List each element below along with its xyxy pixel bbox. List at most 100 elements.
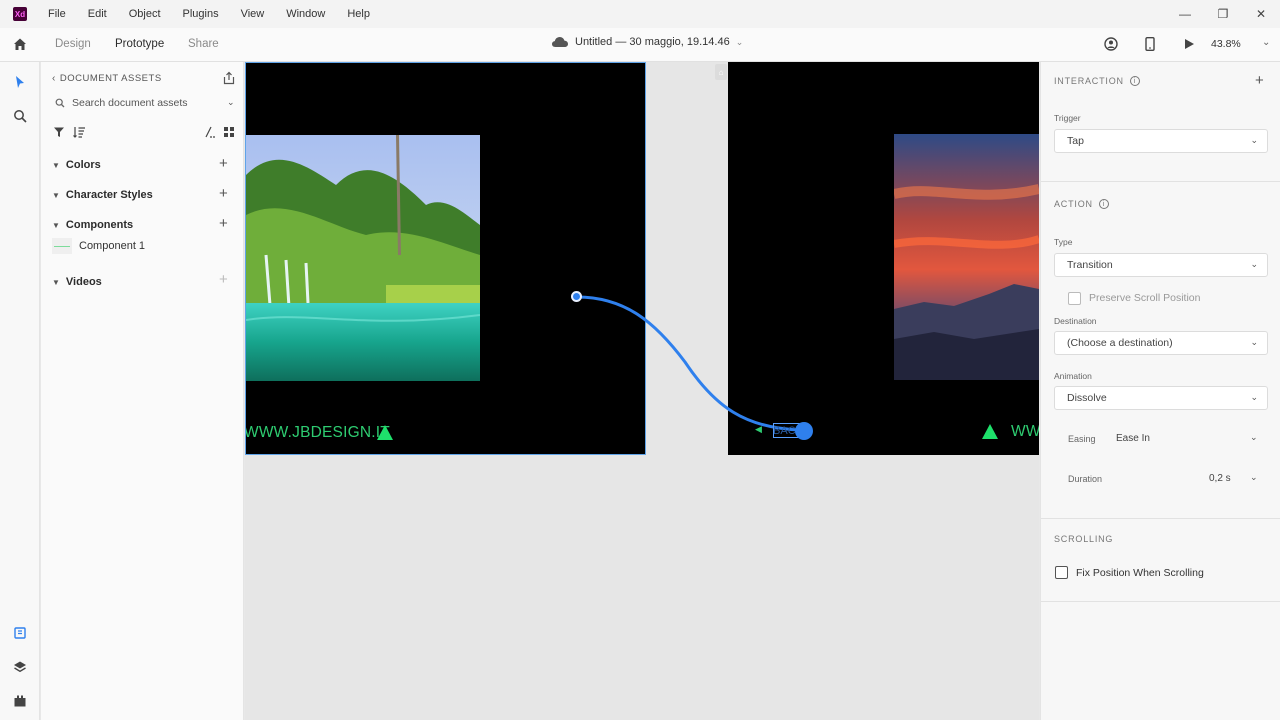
add-video-button[interactable]: +: [219, 272, 228, 287]
scrolling-section: SCROLLING Fix Position When Scrolling: [1041, 519, 1280, 602]
chevron-down-icon: ⌄: [735, 36, 744, 47]
document-assets-icon[interactable]: [12, 625, 28, 641]
top-bar: Design Prototype Share Untitled — 30 mag…: [0, 28, 1280, 62]
device-preview-icon[interactable]: [1142, 36, 1158, 52]
chevron-down-icon: ⌄: [1250, 135, 1258, 145]
tab-share[interactable]: Share: [188, 38, 219, 50]
search-placeholder: Search document assets: [72, 97, 188, 109]
wire-start-handle[interactable]: [571, 291, 582, 302]
artboard-1[interactable]: WWW.JBDESIGN.IT: [245, 62, 646, 455]
preserve-scroll-label: Preserve Scroll Position: [1089, 292, 1201, 304]
add-color-button[interactable]: +: [219, 156, 228, 171]
colors-section[interactable]: ▼ Colors: [52, 157, 101, 173]
menu-view[interactable]: View: [230, 0, 276, 28]
zoom-level[interactable]: 43.8%: [1211, 38, 1241, 50]
duration-input[interactable]: 0,2 s: [1209, 473, 1231, 484]
tab-design[interactable]: Design: [55, 38, 91, 50]
assets-header[interactable]: ‹ DOCUMENT ASSETS: [52, 73, 162, 84]
home-marker-icon[interactable]: ⌂: [715, 64, 727, 80]
components-section[interactable]: ▼ Components: [52, 217, 133, 233]
menu-file[interactable]: File: [37, 0, 77, 28]
layers-icon[interactable]: [12, 659, 28, 675]
action-title: ACTION i: [1054, 199, 1109, 209]
expand-triangle-icon: ▼: [52, 220, 60, 230]
trigger-dropdown[interactable]: Tap ⌄: [1054, 129, 1268, 153]
destination-label: Destination: [1054, 316, 1097, 326]
prototype-inspector: INTERACTION i + Trigger Tap ⌄ ACTION i T…: [1040, 62, 1280, 720]
app-logo-icon: Xd: [13, 7, 27, 21]
type-dropdown[interactable]: Transition ⌄: [1054, 253, 1268, 277]
easing-dropdown[interactable]: Ease In: [1116, 433, 1150, 444]
waterfall-photo[interactable]: [246, 135, 480, 381]
assets-panel: ‹ DOCUMENT ASSETS Search document assets…: [41, 62, 244, 720]
share-user-icon[interactable]: [1103, 36, 1119, 52]
filter-row: [53, 125, 239, 139]
green-triangle-icon[interactable]: [377, 425, 393, 440]
components-label: Components: [65, 219, 134, 231]
search-icon: [55, 98, 65, 108]
site-url-label[interactable]: WW: [1011, 423, 1039, 441]
component-item[interactable]: Component 1: [52, 238, 145, 254]
home-icon[interactable]: [12, 36, 28, 52]
component-thumbnail: [52, 238, 72, 254]
info-icon[interactable]: i: [1098, 199, 1109, 209]
zoom-chevron-icon[interactable]: ⌄: [1262, 37, 1270, 48]
search-assets-input[interactable]: Search document assets: [55, 95, 235, 111]
chevron-down-icon: ⌄: [1250, 392, 1258, 402]
type-label: Type: [1054, 237, 1073, 247]
list-view-icon[interactable]: [203, 126, 215, 138]
tab-prototype[interactable]: Prototype: [115, 38, 164, 50]
videos-section[interactable]: ▼ Videos: [52, 274, 102, 290]
fix-position-checkbox[interactable]: [1055, 566, 1068, 579]
add-character-style-button[interactable]: +: [219, 186, 228, 201]
expand-triangle-icon: ▼: [52, 277, 60, 287]
restore-button[interactable]: ❐: [1204, 0, 1242, 28]
menu-help[interactable]: Help: [336, 0, 381, 28]
wire-end-handle[interactable]: [795, 422, 813, 440]
component-label: Component 1: [79, 240, 146, 252]
chevron-down-icon: ⌄: [1250, 259, 1258, 269]
back-arrow-icon[interactable]: ◀: [755, 424, 762, 435]
preserve-scroll-checkbox[interactable]: [1068, 292, 1081, 305]
menu-object[interactable]: Object: [118, 0, 172, 28]
chevron-down-icon[interactable]: ⌄: [1250, 472, 1258, 483]
chevron-left-icon[interactable]: ‹: [52, 73, 56, 84]
plugins-icon[interactable]: [12, 693, 28, 709]
green-triangle-icon[interactable]: [982, 424, 998, 439]
document-title[interactable]: Untitled — 30 maggio, 19.14.46 ⌄: [551, 36, 743, 48]
minimize-button[interactable]: —: [1166, 0, 1204, 28]
assets-title: DOCUMENT ASSETS: [59, 73, 162, 84]
select-tool-icon[interactable]: [12, 74, 28, 90]
add-interaction-button[interactable]: +: [1255, 72, 1264, 89]
filter-icon[interactable]: [53, 126, 65, 138]
search-chevron-icon[interactable]: ⌄: [227, 97, 235, 108]
scrolling-title-text: SCROLLING: [1054, 534, 1114, 544]
grid-view-icon[interactable]: [223, 126, 235, 138]
export-icon[interactable]: [222, 71, 236, 85]
info-icon[interactable]: i: [1129, 76, 1140, 86]
animation-label: Animation: [1054, 371, 1092, 381]
chevron-down-icon[interactable]: ⌄: [1250, 432, 1258, 443]
menu-bar: Xd File Edit Object Plugins View Window …: [0, 0, 1280, 28]
destination-dropdown[interactable]: (Choose a destination) ⌄: [1054, 331, 1268, 355]
add-component-button[interactable]: +: [219, 216, 228, 231]
menu-plugins[interactable]: Plugins: [172, 0, 230, 28]
videos-label: Videos: [65, 276, 102, 288]
menu-edit[interactable]: Edit: [77, 0, 118, 28]
action-title-text: ACTION: [1054, 199, 1093, 209]
zoom-tool-icon[interactable]: [12, 108, 28, 124]
play-icon[interactable]: [1181, 36, 1197, 52]
animation-dropdown[interactable]: Dissolve ⌄: [1054, 386, 1268, 410]
action-section: ACTION i Type Transition ⌄ Preserve Scro…: [1041, 182, 1280, 519]
interaction-title-text: INTERACTION: [1054, 76, 1124, 86]
sort-icon[interactable]: [73, 126, 86, 138]
site-url-label[interactable]: WWW.JBDESIGN.IT: [246, 424, 390, 442]
menu-window[interactable]: Window: [275, 0, 336, 28]
fix-position-label: Fix Position When Scrolling: [1076, 567, 1204, 579]
artboard-2[interactable]: WW: [728, 62, 1039, 455]
canvas[interactable]: WWW.JBDESIGN.IT ⌂ WW ◀ BACK: [245, 62, 1039, 720]
expand-triangle-icon: ▼: [52, 160, 60, 170]
character-styles-section[interactable]: ▼ Character Styles: [52, 187, 153, 203]
close-button[interactable]: ✕: [1242, 0, 1280, 28]
sunset-photo[interactable]: [894, 134, 1039, 380]
